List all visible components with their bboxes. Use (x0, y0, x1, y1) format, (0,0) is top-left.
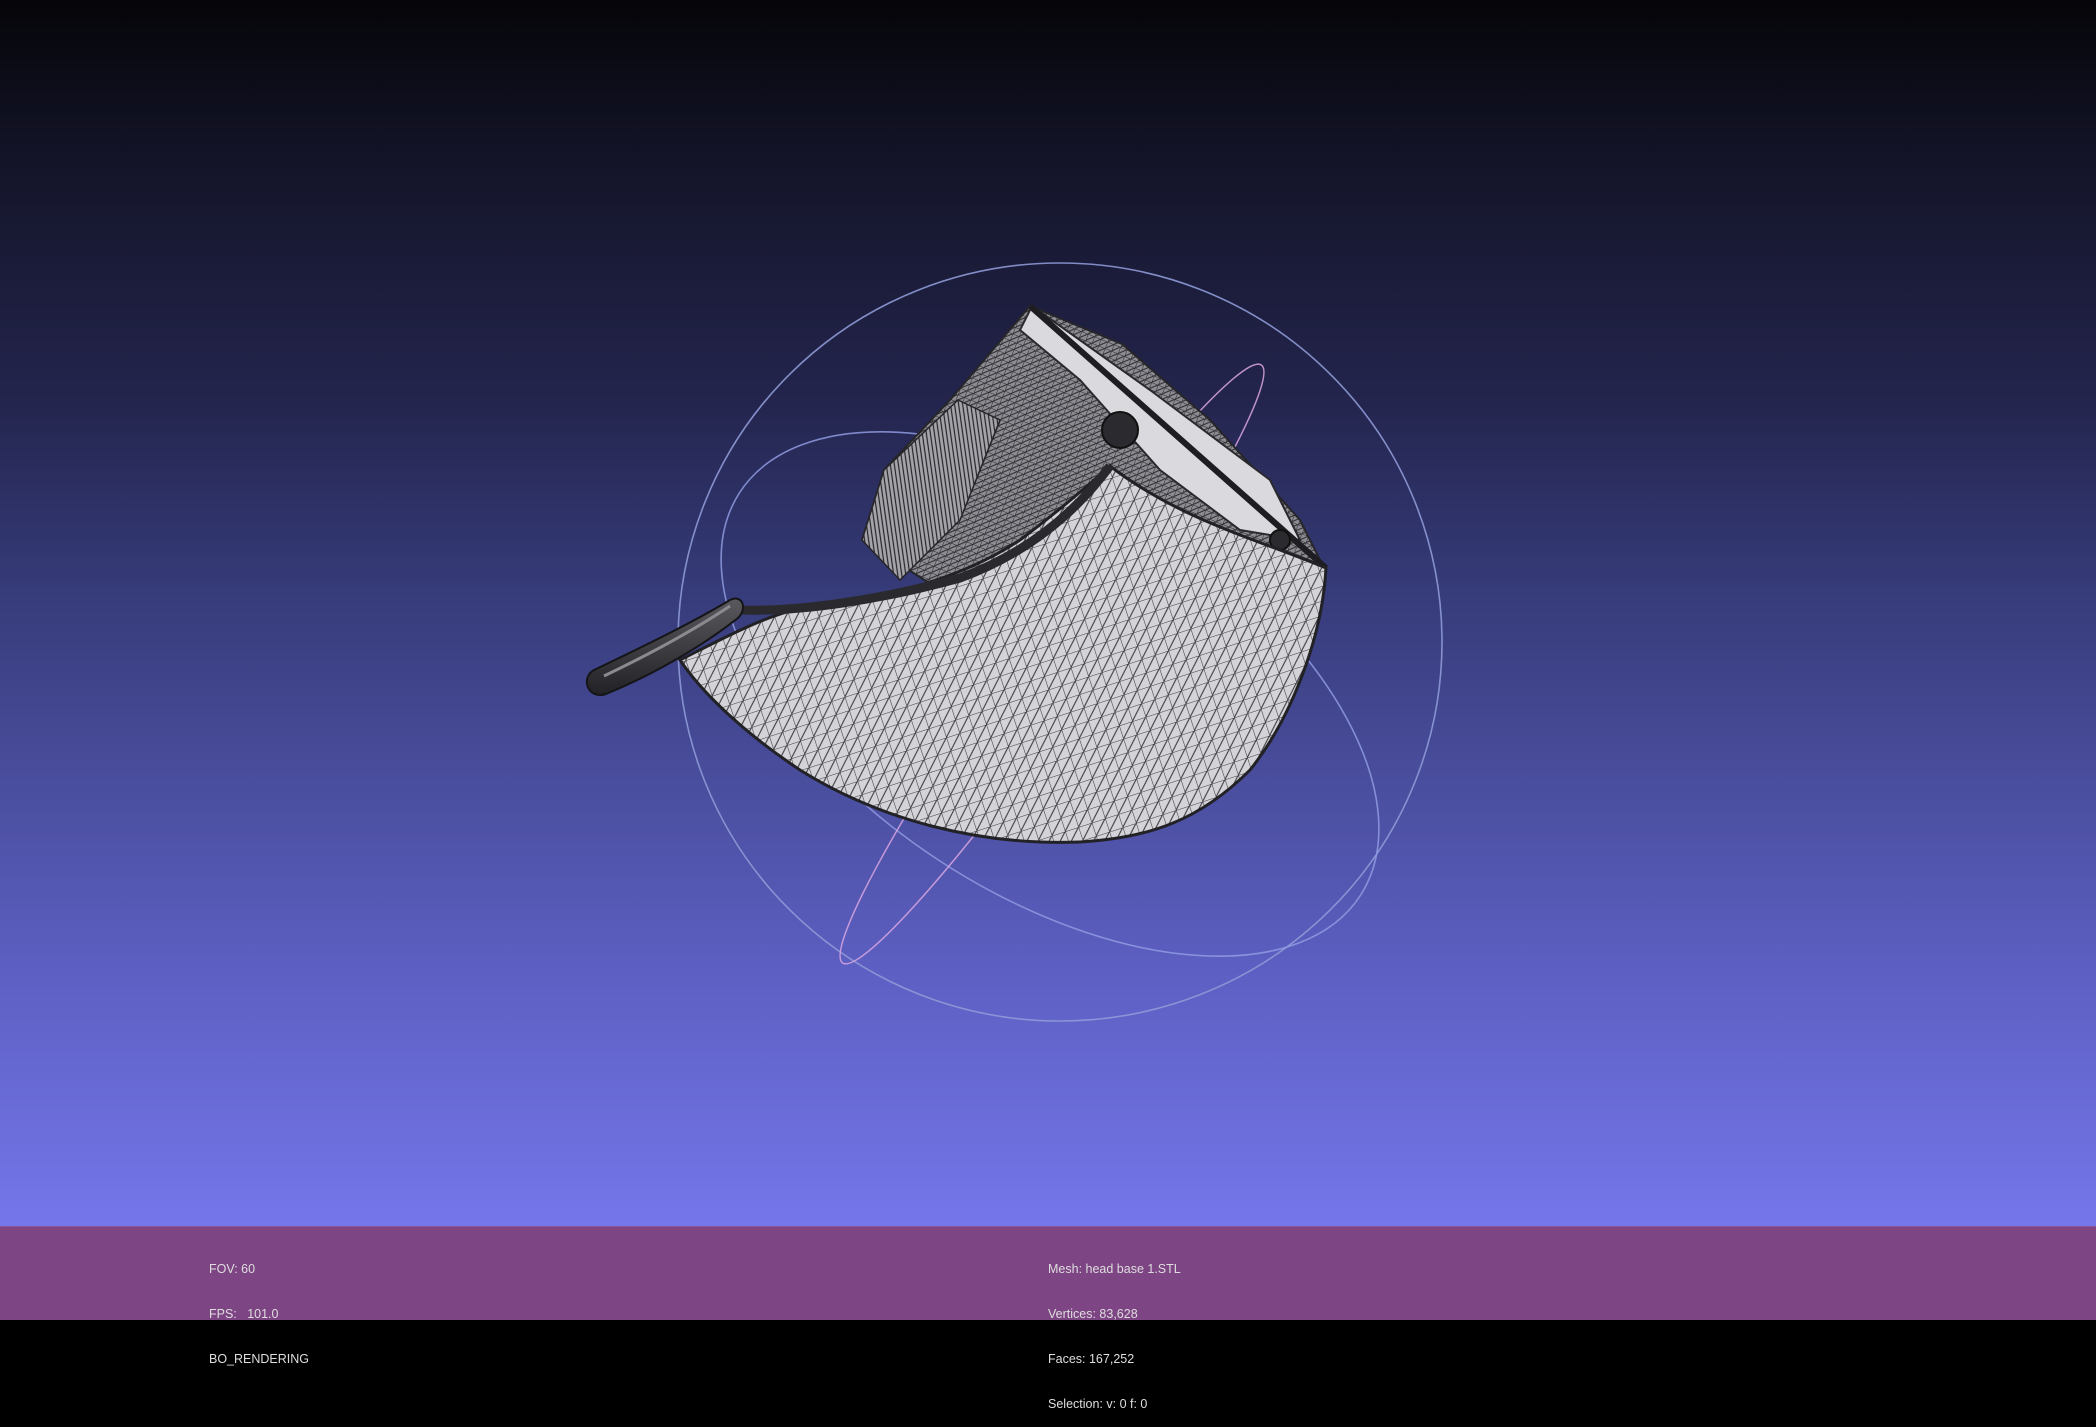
render-mode-readout: BO_RENDERING (209, 1352, 310, 1366)
fov-readout: FOV: 60 (209, 1262, 256, 1276)
mesh-pivot-dot (1101, 411, 1139, 449)
mesh-name-readout: Mesh: head base 1.STL (1048, 1262, 1181, 1276)
3d-viewport[interactable] (0, 0, 2096, 1226)
render-info-panel: FOV: 60 FPS: 101.0 BO_RENDERING (209, 1232, 309, 1382)
selection-readout: Selection: v: 0 f: 0 (1048, 1397, 1148, 1411)
mesh-info-panel: Mesh: head base 1.STL Vertices: 83,628 F… (1048, 1232, 1181, 1427)
faces-readout: Faces: 167,252 (1048, 1352, 1135, 1366)
